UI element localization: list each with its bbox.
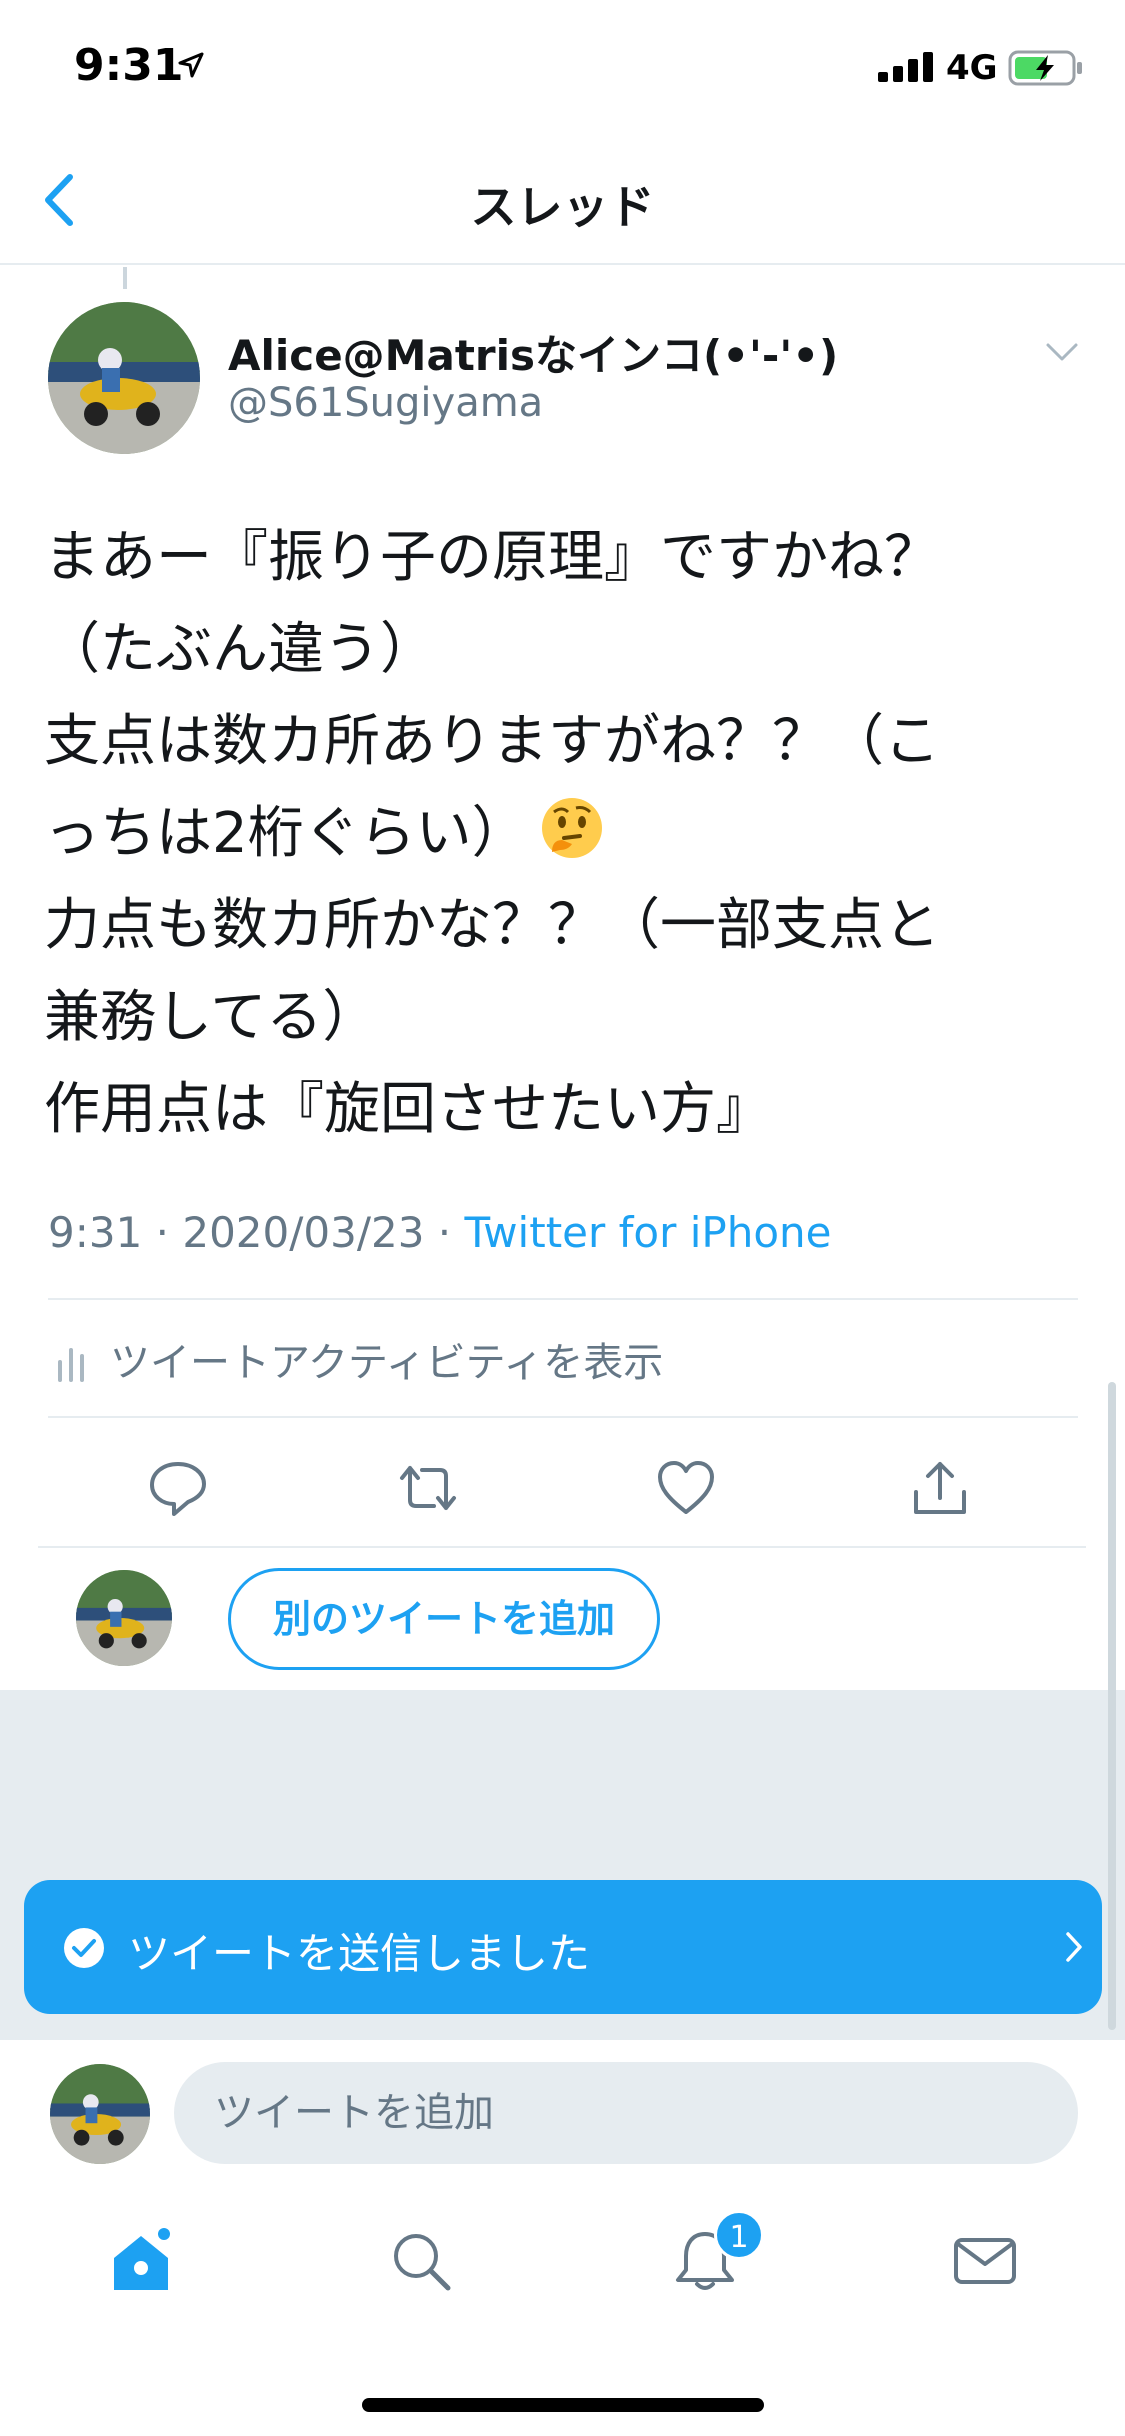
tweet-line: 作用点は『旋回させたい方』 [44, 1077, 772, 1142]
home-indicator [362, 2398, 764, 2412]
tweet-meta: 9:31 · 2020/03/23 · Twitter for iPhone [48, 1208, 832, 1257]
status-time: 9:31 [74, 40, 184, 91]
share-icon[interactable] [910, 1458, 970, 1518]
compose-avatar[interactable] [50, 2064, 150, 2164]
chevron-down-icon[interactable] [1044, 340, 1080, 364]
tweet-source-link[interactable]: Twitter for iPhone [465, 1208, 832, 1257]
add-another-tweet-button[interactable]: 別のツイートを追加 [228, 1568, 660, 1670]
signal-bars-icon [878, 52, 933, 82]
tweet-line: 兼務してる） [44, 985, 379, 1050]
chevron-right-icon [1066, 1932, 1082, 1962]
compose-tweet-input[interactable] [174, 2062, 1078, 2164]
network-label: 4G [946, 48, 998, 88]
tweet-line: 力点も数カ所かな？？（一部支点と [44, 893, 940, 958]
tweet-sent-toast[interactable]: ツイートを送信しました [24, 1880, 1102, 2014]
avatar-image [76, 1570, 172, 1666]
tab-bar: 1 [0, 2172, 1125, 2436]
battery-charging-icon [1008, 50, 1082, 86]
check-circle-icon [64, 1928, 104, 1968]
thread-connector [123, 267, 127, 289]
scrollbar[interactable] [1108, 1382, 1116, 2030]
activity-label: ツイートアクティビティを表示 [110, 1340, 664, 1386]
bar-chart-icon [58, 1348, 84, 1382]
add-reply-row: 別のツイートを追加 [0, 1550, 1125, 1690]
author-name[interactable]: Alice@Matrisなインコ(•'-'•) [228, 322, 838, 383]
toast-label: ツイートを送信しました [128, 1929, 591, 1978]
search-icon[interactable] [388, 2228, 454, 2294]
avatar-image [50, 2064, 150, 2164]
tweet-text: まあー『振り子の原理』ですかね？ （たぶん違う） 支点は数カ所ありますがね？？（… [44, 512, 1084, 1156]
tweet-timestamp: 9:31 · 2020/03/23 · [48, 1208, 465, 1257]
tweet-activity-link[interactable]: ツイートアクティビティを表示 [48, 1300, 1078, 1418]
tweet-line-text: っちは2桁ぐらい） [44, 801, 528, 866]
tweet-line: 支点は数カ所ありますがね？？（こ [44, 709, 940, 774]
page-title: スレッド [470, 180, 655, 234]
retweet-icon[interactable] [398, 1458, 458, 1518]
messages-icon[interactable] [952, 2228, 1018, 2294]
compose-bar [0, 2038, 1125, 2172]
location-arrow-icon [178, 52, 204, 78]
tweet-action-bar [38, 1418, 1086, 1548]
thinking-face-emoji [541, 798, 602, 858]
reply-icon[interactable] [148, 1458, 208, 1518]
like-icon[interactable] [656, 1458, 716, 1518]
nav-bar: スレッド [0, 135, 1125, 265]
home-icon[interactable] [108, 2228, 174, 2294]
notification-badge: 1 [714, 2210, 764, 2260]
my-avatar[interactable] [76, 1570, 172, 1666]
tweet-line: まあー『振り子の原理』ですかね？ [44, 525, 940, 590]
author-handle[interactable]: @S61Sugiyama [228, 380, 543, 426]
tweet-line: （たぶん違う） [44, 617, 436, 682]
tweet-line-with-emoji: っちは2桁ぐらい） [44, 788, 1084, 880]
author-avatar[interactable] [48, 302, 200, 454]
avatar-image [48, 302, 200, 454]
status-bar: 9:31 4G [0, 0, 1125, 135]
